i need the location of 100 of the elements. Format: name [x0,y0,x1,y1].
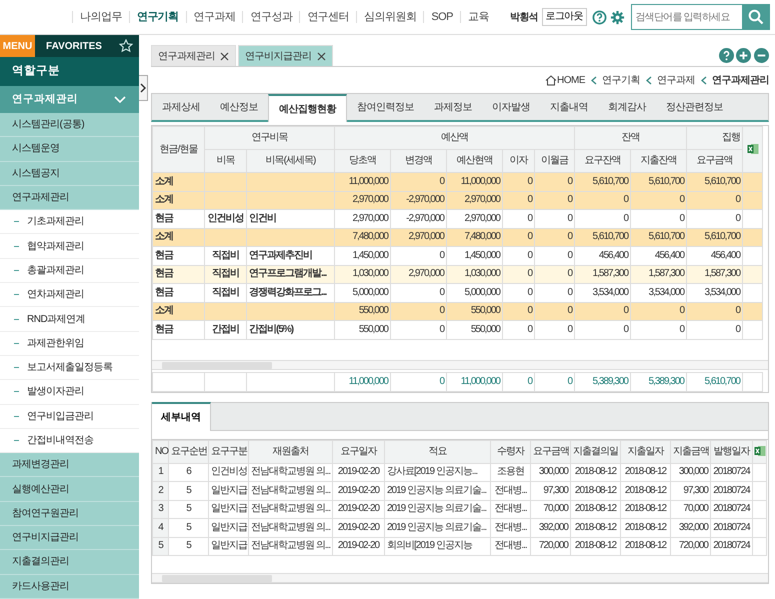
table-cell: -2,970,000 [390,191,446,210]
tab[interactable]: 참여인력정보 [347,94,424,120]
column-header: 재원출처 [248,440,332,463]
table-cell: 0 [630,191,687,210]
table-cell: 소계 [152,172,204,191]
sidebar-item[interactable]: 과제관한위임 [27,336,84,351]
logout-button[interactable]: 로그아웃 [542,8,586,26]
table-cell: 0 [534,228,575,246]
breadcrumb-item[interactable]: 연구과제 [657,73,695,88]
chevron-left-icon [646,76,652,85]
table-cell: 550,000 [334,302,390,320]
sidebar-item[interactable]: 참여연구원관리 [0,502,139,526]
breadcrumb-item[interactable]: 연구기획 [602,73,640,88]
column-header: 현금/현물 [152,126,204,172]
collapse-handle[interactable] [139,75,148,101]
table-cell: 7,480,000 [334,228,390,246]
table-cell: 2018-08-12 [570,463,620,482]
sidebar-item[interactable]: 과제변경관리 [0,453,139,478]
search-button[interactable] [742,4,770,30]
table-cell: 0 [686,320,743,339]
nav-link-item[interactable]: 연구과제 [186,11,242,23]
table-cell: 20180724 [710,482,752,500]
nav-link-item[interactable]: SOP [423,11,460,23]
document-tab[interactable]: 연구비지급관리 [238,45,332,66]
add-icon[interactable] [736,48,752,63]
horizontal-scrollbar[interactable] [152,360,768,370]
table-cell: 5,610,700 [686,228,743,246]
table-cell: 2018-08-12 [620,482,670,500]
table-cell: 1 [152,463,168,482]
column-group-header: 집행 [686,126,743,150]
total-cell: 0 [534,372,574,391]
tab[interactable]: 예산집행현황 [268,94,347,122]
table-cell: 97,300 [670,482,710,500]
sidebar-item[interactable]: 연차과제관리 [27,287,84,302]
table-cell: 20180724 [710,518,752,537]
close-icon[interactable] [220,52,229,60]
sidebar-item[interactable]: 시스템공지 [0,162,139,186]
excel-icon[interactable] [754,445,766,458]
sidebar-item[interactable]: 보고서제출일정등록 [27,360,112,376]
close-icon[interactable] [316,52,326,60]
sidebar-item[interactable]: 카드사용관리 [0,574,139,599]
settings-icon[interactable] [610,10,624,24]
sidebar-item[interactable]: 기초과제관리 [27,214,84,230]
help-icon[interactable] [592,10,606,24]
table-cell: 전대병... [490,518,530,537]
tab[interactable]: 세부내역 [152,402,211,430]
table-cell: 2019-02-20 [332,482,384,500]
help-icon[interactable] [718,48,734,63]
horizontal-scrollbar[interactable] [152,572,768,582]
search-field[interactable]: 검색단어를 입력하세요 [630,4,742,30]
sidebar-item[interactable]: 지출결의관리 [0,550,139,575]
sidebar-item[interactable]: 시스템운영 [0,137,139,162]
sidebar-item[interactable]: RND과제연계 [27,312,86,327]
remove-icon[interactable] [754,48,769,63]
column-header: 비목(세세목) [246,150,334,172]
nav-link-item[interactable]: 심의위원회 [356,11,424,23]
tab[interactable]: 회계감사 [598,94,656,120]
favorite-button[interactable] [113,35,139,57]
tab[interactable]: 예산정보 [210,94,268,120]
table-cell: 5,610,700 [574,228,631,246]
nav-link-item[interactable]: 교육 [460,11,496,23]
sidebar-item[interactable]: 연구비지급관리 [0,526,139,550]
column-header: 발행일자 [710,440,752,463]
sidebar-item[interactable]: 협약과제관리 [27,238,84,254]
breadcrumb-item[interactable]: HOME [557,73,585,88]
table-cell: 직접비 [204,246,246,265]
tab[interactable]: 지출내역 [540,94,598,120]
sidebar-tab[interactable]: FAVORITES [35,35,113,57]
table-cell: 0 [630,302,687,320]
sidebar-item[interactable]: 간접비내역전송 [27,433,94,448]
document-tab[interactable]: 연구과제관리 [151,45,236,66]
table-cell: 456,400 [630,246,687,265]
column-group-header: 예산액 [334,126,575,150]
sidebar-item[interactable]: 연구비입금관리 [27,408,94,424]
table-cell: 연구프로그램개발... [246,265,334,284]
table-cell: 7,480,000 [446,228,502,246]
column-header: 지출일자 [620,440,670,463]
tab[interactable]: 정산관련정보 [656,94,733,120]
table-cell: 3,534,000 [686,284,743,302]
table-cell: 4 [152,518,168,537]
column-header: 당초액 [334,150,390,172]
table-cell: 2019-02-20 [332,518,384,537]
table-cell: 0 [534,320,575,339]
sidebar-item[interactable]: 연구과제관리 [0,186,139,210]
sidebar-item[interactable]: 발생이자관리 [27,384,84,400]
nav-link-item[interactable]: 나의업무 [72,11,129,23]
table-cell: 0 [686,210,743,228]
table-cell: 2018-08-12 [620,463,670,482]
tab[interactable]: 과제상세 [152,94,210,120]
sidebar-item[interactable]: 시스템관리(공통) [0,113,139,138]
nav-link-item[interactable]: 연구센터 [299,11,356,23]
nav-link-item[interactable]: 연구기획 [128,11,186,23]
tab[interactable]: 이자발생 [482,94,540,120]
sidebar-item[interactable]: 총괄과제관리 [27,262,84,278]
sidebar-item[interactable]: 실행예산관리 [0,477,139,502]
table-cell: 5,610,700 [630,228,687,246]
tab[interactable]: 과제정보 [424,94,482,120]
nav-link-item[interactable]: 연구성과 [242,11,300,23]
table-cell: 0 [686,302,743,320]
excel-icon[interactable] [746,143,759,156]
